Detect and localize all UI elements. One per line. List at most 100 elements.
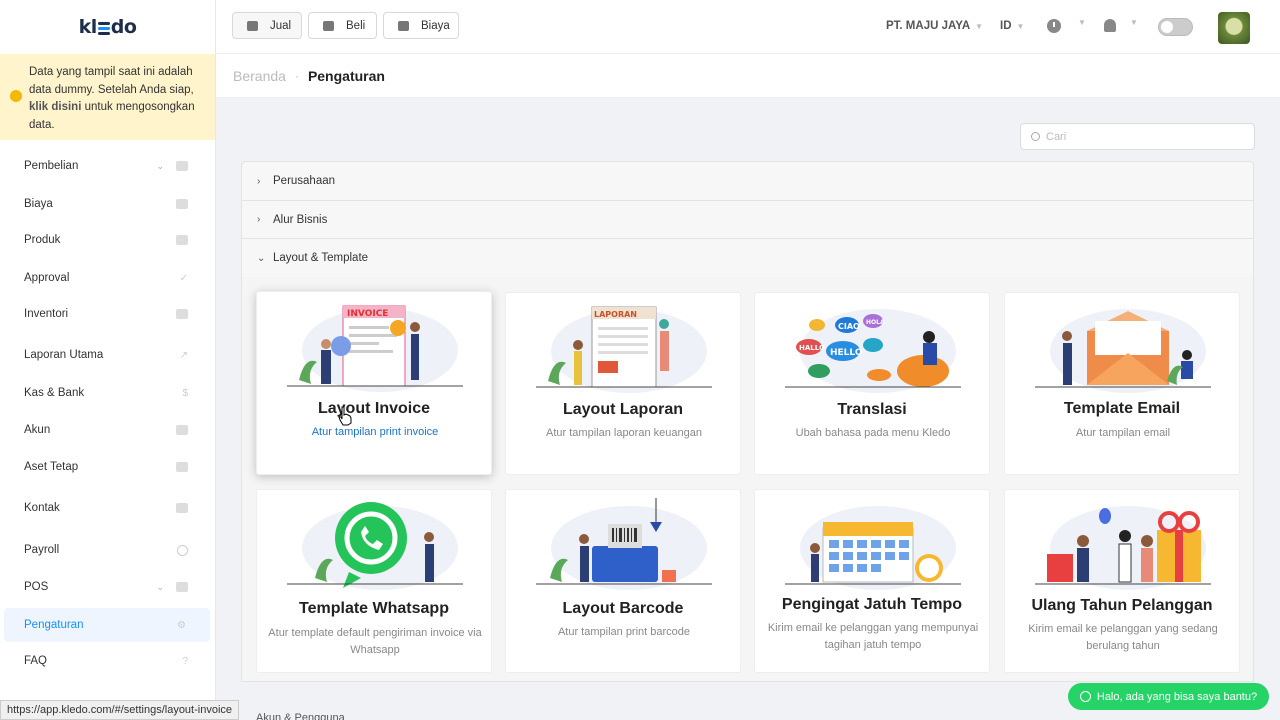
card-description: Atur tampilan laporan keuangan (546, 427, 702, 439)
account-icon (176, 425, 188, 435)
card-description: Atur template default pengiriman invoice… (268, 627, 482, 656)
card-title: Layout Barcode (562, 600, 684, 617)
card-title: Translasi (837, 401, 907, 418)
question-icon: ? (182, 655, 188, 667)
language-code: ID (1000, 20, 1012, 32)
jual-button[interactable]: Jual (232, 12, 302, 39)
sidebar-item-payroll[interactable]: Payroll (0, 533, 212, 567)
breadcrumb-separator: · (294, 68, 299, 83)
chevron-down-icon: ▼ (1078, 18, 1086, 27)
search-box[interactable] (1020, 123, 1255, 150)
card-layout-laporan[interactable]: LAPORAN Layout Laporan Atur tampilan lap… (505, 292, 741, 475)
status-bar-url: https://app.kledo.com/#/settings/layout-… (0, 700, 240, 720)
section-akun-pengguna[interactable]: Akun & Pengguna (256, 712, 345, 720)
chevron-right-icon: › (257, 175, 261, 187)
card-pengingat-jatuh-tempo[interactable]: Pengingat Jatuh Tempo Kirim email ke pel… (754, 489, 990, 673)
laporan-word: LAPORAN (594, 310, 637, 319)
invoice-word: INVOICE (347, 309, 388, 319)
sidebar-item-label: POS (24, 581, 49, 593)
logo-e-mark (97, 21, 110, 35)
sidebar-item-produk[interactable]: Produk (0, 223, 212, 257)
sidebar-item-akun[interactable]: Akun (0, 413, 212, 447)
sidebar-item-inventori[interactable]: Inventori (0, 297, 212, 331)
card-template-whatsapp[interactable]: Template Whatsapp Atur template default … (256, 489, 492, 673)
company-selector[interactable]: PT. MAJU JAYA ▼ (886, 20, 983, 32)
section-label: Alur Bisnis (273, 213, 328, 226)
breadcrumb: Beranda · Pengaturan (216, 54, 1280, 98)
hand-cursor-icon (338, 406, 352, 426)
calendar-illustration (785, 506, 961, 590)
bag-icon (323, 20, 334, 31)
card-title: Layout Invoice (317, 400, 431, 417)
page-title: Pengaturan (307, 67, 385, 84)
payroll-icon (177, 544, 188, 556)
hello-word: HELLO (830, 348, 863, 358)
clock-icon[interactable] (1047, 19, 1061, 33)
section-layout-template[interactable]: ⌄ Layout & Template (241, 238, 1254, 278)
chevron-down-icon: ⌄ (156, 160, 164, 171)
card-description: Atur tampilan print invoice (311, 426, 439, 438)
section-alur-bisnis[interactable]: › Alur Bisnis (241, 200, 1254, 239)
card-description: Ubah bahasa pada menu Kledo (795, 427, 951, 439)
language-selector[interactable]: ID ▼ (1000, 20, 1024, 32)
gear-icon: ⚙ (177, 619, 186, 631)
hallo-word: HALLO (799, 344, 825, 352)
card-template-email[interactable]: Template Email Atur tampilan email (1004, 292, 1240, 475)
card-ulang-tahun-pelanggan[interactable]: Ulang Tahun Pelanggan Kirim email ke pel… (1004, 489, 1240, 673)
sidebar-item-pos[interactable]: POS ⌄ (0, 570, 212, 604)
card-layout-barcode[interactable]: Layout Barcode Atur tampilan print barco… (505, 489, 741, 673)
chat-label: Halo, ada yang bisa saya bantu? (1096, 690, 1258, 703)
beli-button[interactable]: Beli (308, 12, 377, 39)
sidebar-item-label: FAQ (24, 655, 48, 667)
card-title: Ulang Tahun Pelanggan (1031, 597, 1213, 614)
whatsapp-icon (1079, 691, 1091, 702)
chevron-right-icon: › (257, 214, 261, 225)
breadcrumb-home-link[interactable]: Beranda (233, 68, 286, 84)
invoice-illustration: INVOICE (287, 305, 463, 392)
sidebar-item-label: Kontak (24, 502, 60, 514)
hola-word: HOLA (866, 319, 885, 326)
box-icon (176, 235, 188, 245)
contact-icon (176, 503, 188, 513)
sidebar-item-biaya[interactable]: Biaya (0, 187, 212, 221)
kledo-logo[interactable]: kl do (0, 0, 215, 54)
biaya-label: Biaya (421, 19, 450, 32)
bell-icon[interactable] (1104, 19, 1116, 32)
sidebar-item-kontak[interactable]: Kontak (0, 491, 212, 525)
card-icon (176, 199, 188, 209)
sidebar-item-kas-bank[interactable]: Kas & Bank $ (0, 376, 212, 410)
whatsapp-illustration (287, 502, 463, 590)
inventory-icon (176, 309, 188, 319)
card-title: Layout Laporan (562, 401, 683, 418)
sidebar-item-pembelian[interactable]: Pembelian ⌄ (0, 149, 212, 183)
theme-toggle[interactable] (1158, 18, 1193, 36)
sidebar-item-label: Pengaturan (24, 619, 84, 631)
topbar: Jual Beli Biaya PT. MAJU JAYA ▼ ID ▼ ▼ ▼ (216, 0, 1280, 54)
section-perusahaan[interactable]: › Perusahaan (241, 161, 1254, 201)
check-icon: ✓ (179, 272, 188, 284)
sidebar: kl do Data yang tampil saat ini adalah d… (0, 0, 216, 720)
sidebar-item-laporan-utama[interactable]: Laporan Utama ↗ (0, 338, 212, 372)
sidebar-item-faq[interactable]: FAQ? (0, 644, 212, 678)
sidebar-item-aset-tetap[interactable]: Aset Tetap (0, 450, 212, 484)
search-icon (1031, 132, 1040, 141)
logo-text-end: do (110, 16, 137, 38)
chevron-down-icon: ⌄ (257, 252, 266, 264)
sidebar-item-label: Approval (24, 272, 70, 284)
sidebar-item-pengaturan[interactable]: Pengaturan ⚙ (4, 608, 210, 642)
notice-clear-link[interactable]: klik disini (29, 101, 81, 113)
pos-icon (176, 582, 188, 592)
biaya-button[interactable]: Biaya (383, 12, 459, 39)
report-illustration: LAPORAN (536, 306, 712, 393)
company-name: PT. MAJU JAYA (886, 20, 971, 32)
section-label: Perusahaan (273, 175, 336, 187)
chevron-down-icon: ⌄ (156, 581, 164, 592)
search-input[interactable] (1046, 130, 1236, 143)
card-translasi[interactable]: HELLO CIAO HALLO HOLA Translasi Ubah bah… (754, 292, 990, 475)
whatsapp-chat-button[interactable]: Halo, ada yang bisa saya bantu? (1068, 683, 1269, 710)
avatar[interactable] (1218, 12, 1250, 44)
card-description: Atur tampilan email (1075, 427, 1171, 439)
card-layout-invoice[interactable]: INVOICE Layout Invoice Atur tampilan pri… (256, 291, 492, 475)
logo-text-start: kl (78, 16, 98, 38)
sidebar-item-approval[interactable]: Approval ✓ (0, 261, 212, 295)
